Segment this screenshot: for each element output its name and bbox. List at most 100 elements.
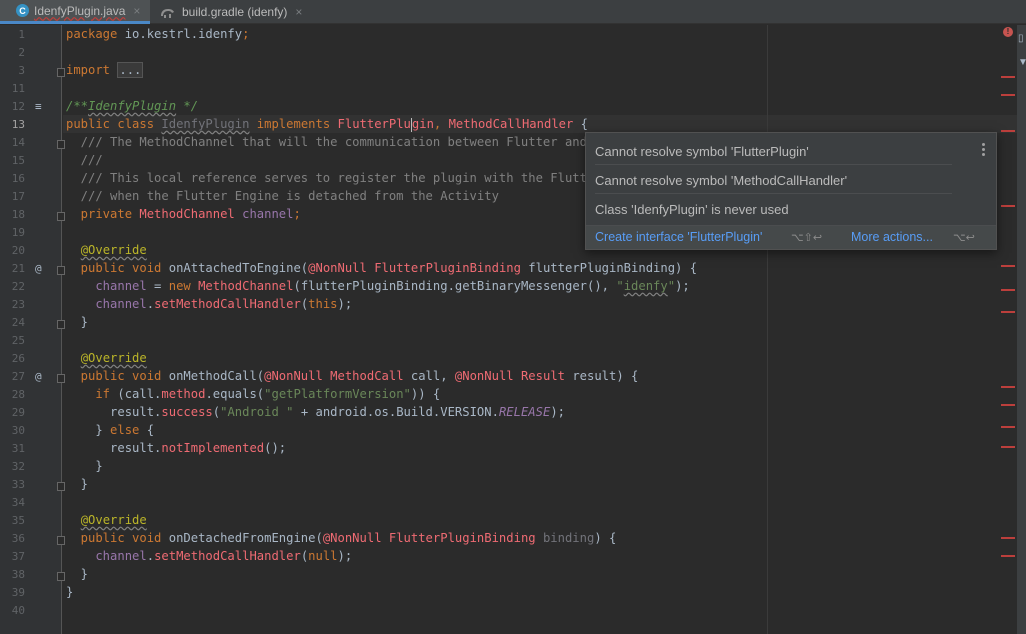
line-number: 15 — [11, 154, 25, 167]
close-icon[interactable]: × — [133, 4, 140, 18]
code-editor[interactable]: package io.kestrl.idenfy; import ... /**… — [63, 25, 1026, 634]
code-line: package io.kestrl.idenfy; — [66, 27, 250, 41]
code-line: /// This local reference serves to regis… — [66, 171, 602, 185]
error-marker[interactable] — [1001, 130, 1015, 132]
line-number: 21 — [11, 262, 25, 275]
code-line: /// when the Flutter Engine is detached … — [66, 189, 499, 203]
error-marker[interactable] — [1001, 94, 1015, 96]
popup-message: Class 'IdenfyPlugin' is never used — [595, 202, 789, 217]
line-number: 25 — [11, 334, 25, 347]
code-line: @Override — [80, 243, 147, 257]
line-number: 3 — [18, 64, 25, 77]
code-line: } — [66, 585, 74, 599]
code-line: /// — [66, 153, 103, 167]
code-line: import ... — [66, 62, 144, 78]
more-actions-link[interactable]: More actions... — [851, 230, 933, 244]
line-number: 35 — [11, 514, 25, 527]
line-number: 20 — [11, 244, 25, 257]
code-line: public void onDetachedFromEngine(@NonNul… — [66, 531, 617, 545]
line-number: 11 — [11, 82, 25, 95]
error-marker[interactable] — [1001, 205, 1015, 207]
right-margin-guide — [767, 25, 768, 634]
popup-message: Cannot resolve symbol 'FlutterPlugin' — [595, 144, 809, 159]
override-gutter-icon[interactable]: @ — [35, 368, 42, 386]
line-number: 2 — [18, 46, 25, 59]
error-marker[interactable] — [1001, 537, 1015, 539]
line-number: 31 — [11, 442, 25, 455]
line-number: 13 — [11, 118, 25, 131]
create-interface-link[interactable]: Create interface 'FlutterPlugin' — [595, 230, 762, 244]
code-line: @Override — [80, 351, 147, 365]
line-number: 27 — [11, 370, 25, 383]
line-number: 32 — [11, 460, 25, 473]
popup-divider — [595, 164, 952, 165]
code-line: result.notImplemented(); — [66, 441, 287, 455]
code-line: public void onAttachedToEngine(@NonNull … — [66, 261, 698, 275]
line-number: 26 — [11, 352, 25, 365]
chevron-down-icon[interactable]: ▼ — [1018, 57, 1026, 68]
folded-imports[interactable]: ... — [117, 62, 144, 78]
line-number-gutter[interactable]: 1 2 3 11 12 13 14 15 16 17 18 19 20 21 2… — [0, 25, 65, 634]
line-number: 33 — [11, 478, 25, 491]
popup-divider — [595, 193, 952, 194]
override-gutter-icon[interactable]: @ — [35, 260, 42, 278]
code-line: channel.setMethodCallHandler(this); — [66, 297, 353, 311]
line-number: 14 — [11, 136, 25, 149]
line-number: 39 — [11, 586, 25, 599]
structure-icon[interactable]: ≡ — [35, 98, 42, 116]
code-line: } — [66, 477, 89, 491]
line-number: 37 — [11, 550, 25, 563]
tab-label: IdenfyPlugin.java — [34, 3, 126, 18]
code-line: } — [66, 315, 89, 329]
popup-message: Cannot resolve symbol 'MethodCallHandler… — [595, 173, 848, 188]
error-marker[interactable] — [1001, 76, 1015, 78]
line-number: 16 — [11, 172, 25, 185]
line-number: 36 — [11, 532, 25, 545]
line-number: 18 — [11, 208, 25, 221]
code-line: if (call.method.equals("getPlatformVersi… — [66, 387, 441, 401]
line-number: 38 — [11, 568, 25, 581]
code-line: } — [66, 459, 103, 473]
shortcut-hint: ⌥↩ — [953, 232, 975, 244]
tab-idenfy-plugin-java[interactable]: C IdenfyPlugin.java × — [0, 0, 150, 24]
line-number: 34 — [11, 496, 25, 509]
line-number: 23 — [11, 298, 25, 311]
line-number: 1 — [18, 28, 25, 41]
popup-actions: Create interface 'FlutterPlugin' ⌥⇧↩ Mor… — [586, 225, 996, 249]
line-number: 28 — [11, 388, 25, 401]
line-number: 30 — [11, 424, 25, 437]
error-marker[interactable] — [1001, 555, 1015, 557]
gradle-icon — [161, 8, 174, 18]
editor-tab-bar: C IdenfyPlugin.java × build.gradle (iden… — [0, 0, 1026, 24]
code-line: /// The MethodChannel that will the comm… — [66, 135, 609, 149]
side-tool-icon[interactable]: ▯ — [1018, 33, 1024, 44]
java-class-icon: C — [16, 4, 29, 17]
code-line: result.success("Android " + android.os.B… — [66, 405, 565, 419]
side-tool-strip — [1017, 25, 1026, 634]
code-line: private MethodChannel channel; — [66, 207, 301, 221]
error-marker[interactable] — [1001, 289, 1015, 291]
line-number: 40 — [11, 604, 25, 617]
more-options-icon[interactable] — [979, 143, 987, 159]
code-line: channel.setMethodCallHandler(null); — [66, 549, 353, 563]
code-line: } — [66, 567, 89, 581]
line-number: 17 — [11, 190, 25, 203]
error-marker[interactable] — [1001, 404, 1015, 406]
code-line: public void onMethodCall(@NonNull Method… — [66, 369, 639, 383]
close-icon[interactable]: × — [295, 5, 302, 19]
tab-build-gradle[interactable]: build.gradle (idenfy) × — [156, 0, 316, 24]
tab-label: build.gradle (idenfy) — [182, 5, 288, 19]
error-marker[interactable] — [1001, 446, 1015, 448]
line-number: 29 — [11, 406, 25, 419]
shortcut-hint: ⌥⇧↩ — [791, 232, 823, 244]
error-marker[interactable] — [1001, 311, 1015, 313]
code-line: @Override — [80, 513, 147, 527]
error-marker[interactable] — [1001, 426, 1015, 428]
line-number: 12 — [11, 100, 25, 113]
line-number: 19 — [11, 226, 25, 239]
code-line: public class IdenfyPlugin implements Flu… — [66, 117, 589, 132]
error-marker[interactable] — [1001, 386, 1015, 388]
line-number: 22 — [11, 280, 25, 293]
error-marker[interactable] — [1001, 265, 1015, 267]
line-number: 24 — [11, 316, 25, 329]
